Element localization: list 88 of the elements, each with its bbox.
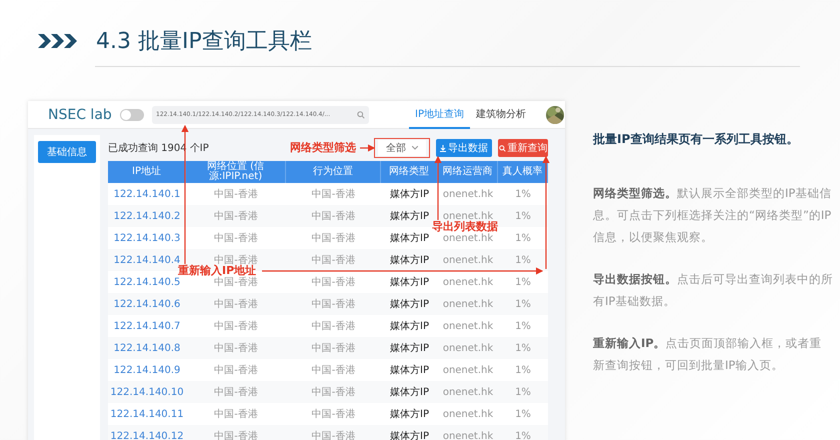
table-cell: onenet.hk [438, 381, 498, 403]
table-cell[interactable]: 122.14.140.3 [108, 227, 186, 249]
logo: NSEC lab [48, 106, 113, 122]
table-cell: 1% [498, 227, 548, 249]
download-icon [440, 144, 446, 152]
table-cell: 中国-香港 [286, 337, 381, 359]
toggle-switch[interactable] [120, 108, 144, 120]
table-cell: 中国-香港 [186, 403, 286, 425]
description-paragraph: 网络类型筛选。默认展示全部类型的IP基础信息。可点击下列框选择关注的“网络类型”的IP信息，以便聚焦观察。 [593, 185, 832, 246]
table-cell: onenet.hk [438, 271, 498, 293]
table-cell: 中国-香港 [286, 227, 381, 249]
table-cell: onenet.hk [438, 249, 498, 271]
table-cell: 媒体方IP [381, 337, 438, 359]
table-cell: 1% [498, 183, 548, 205]
table-cell: 中国-香港 [186, 183, 286, 205]
column-header: 网络类型 [381, 161, 438, 183]
table-cell[interactable]: 122.14.140.7 [108, 315, 186, 337]
table-cell[interactable]: 122.14.140.6 [108, 293, 186, 315]
sidebar-item[interactable]: 基础信息 [38, 141, 96, 163]
table-cell: onenet.hk [438, 183, 498, 205]
chevron-down-icon [412, 146, 418, 150]
table-cell: 中国-香港 [186, 293, 286, 315]
table-cell: 中国-香港 [186, 337, 286, 359]
table-cell[interactable]: 122.14.140.1 [108, 183, 186, 205]
table-cell: 中国-香港 [286, 359, 381, 381]
table-cell: 中国-香港 [286, 315, 381, 337]
search-icon [498, 144, 506, 152]
table-cell: 1% [498, 337, 548, 359]
column-header: 真人概率 [498, 161, 548, 183]
column-header: IP地址 [108, 161, 186, 183]
table-cell: onenet.hk [438, 403, 498, 425]
table-cell: 媒体方IP [381, 293, 438, 315]
table-cell: 1% [498, 271, 548, 293]
requery-button[interactable]: 重新查询 [498, 139, 548, 157]
table-cell: 1% [498, 293, 548, 315]
table-cell: 1% [498, 249, 548, 271]
chevrons-icon [38, 33, 80, 49]
table-cell: onenet.hk [438, 293, 498, 315]
annotation-label: 网络类型筛选 [290, 142, 356, 154]
table-cell: 中国-香港 [286, 293, 381, 315]
table-cell: 中国-香港 [186, 425, 286, 440]
table-cell: onenet.hk [438, 359, 498, 381]
table-cell: 媒体方IP [381, 183, 438, 205]
table-cell[interactable]: 122.14.140.8 [108, 337, 186, 359]
column-header: 网络位置 (信源:IPIP.net) [186, 161, 286, 183]
table-cell: 1% [498, 425, 548, 440]
table-cell: 中国-香港 [286, 249, 381, 271]
table-cell: 中国-香港 [186, 315, 286, 337]
table-cell: 1% [498, 205, 548, 227]
table-cell[interactable]: 122.14.140.11 [108, 403, 186, 425]
description-title: 批量IP查询结果页有一系列工具按钮。 [593, 131, 800, 148]
slide-title: 4.3 批量IP查询工具栏 [96, 28, 312, 56]
table-cell: 媒体方IP [381, 249, 438, 271]
table-cell: 媒体方IP [381, 271, 438, 293]
table-cell: 中国-香港 [286, 403, 381, 425]
nav-tab[interactable]: 建筑物分析 [470, 101, 532, 128]
table-cell: 媒体方IP [381, 403, 438, 425]
table-cell: 媒体方IP [381, 381, 438, 403]
table-cell: 媒体方IP [381, 359, 438, 381]
table-cell: 媒体方IP [381, 315, 438, 337]
table-cell: 中国-香港 [286, 271, 381, 293]
column-header: 行为位置 [286, 161, 381, 183]
table-cell[interactable]: 122.14.140.12 [108, 425, 186, 440]
nav-tab[interactable]: IP地址查询 [409, 101, 470, 128]
table-cell[interactable]: 122.14.140.10 [108, 381, 186, 403]
table-cell: 中国-香港 [286, 205, 381, 227]
table-cell: 中国-香港 [286, 381, 381, 403]
export-button[interactable]: 导出数据 [436, 139, 492, 157]
table-cell[interactable]: 122.14.140.9 [108, 359, 186, 381]
search-icon [357, 110, 365, 118]
table-cell: 中国-香港 [186, 359, 286, 381]
column-header: 网络运营商 [438, 161, 498, 183]
table-cell: onenet.hk [438, 315, 498, 337]
description-paragraph: 重新输入IP。点击页面顶部输入框，或者重新查询按钮，可回到批量IP输入页。 [593, 335, 823, 374]
table-cell: onenet.hk [438, 425, 498, 440]
table-cell: onenet.hk [438, 337, 498, 359]
table-cell: 中国-香港 [286, 425, 381, 440]
table-cell: 中国-香港 [186, 381, 286, 403]
table-cell: 中国-香港 [286, 183, 381, 205]
table-cell: 1% [498, 359, 548, 381]
table-cell[interactable]: 122.14.140.2 [108, 205, 186, 227]
table-cell: 1% [498, 315, 548, 337]
table-cell: 1% [498, 403, 548, 425]
table-cell: 1% [498, 381, 548, 403]
description-paragraph: 导出数据按钮。点击后可导出查询列表中的所有IP基础数据。 [593, 271, 833, 310]
table-cell: 中国-香港 [186, 205, 286, 227]
table-cell: 中国-香港 [186, 227, 286, 249]
filter-dropdown[interactable]: 全部 [378, 140, 426, 156]
